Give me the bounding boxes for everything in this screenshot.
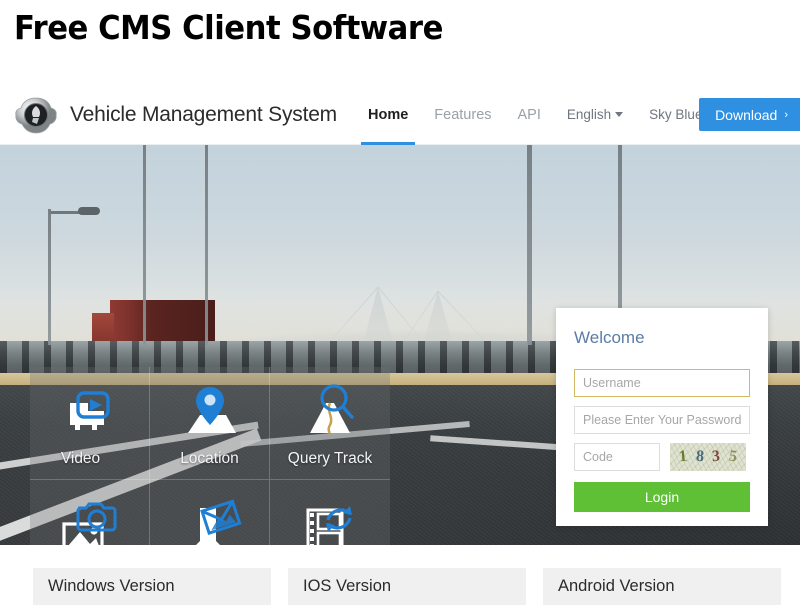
download-label: Download xyxy=(715,106,778,123)
login-panel: Welcome 1 8 3 5 Login xyxy=(556,308,768,526)
nav-item-features[interactable]: Features xyxy=(421,85,504,145)
username-input[interactable] xyxy=(574,369,750,397)
captcha-digit: 3 xyxy=(711,447,721,466)
version-card-label: Android Version xyxy=(558,577,675,595)
language-label: English xyxy=(566,107,612,122)
nav-links: Home Features API English Sky Blue xyxy=(355,85,727,145)
brand-title: Vehicle Management System xyxy=(70,102,337,126)
language-selector[interactable]: English xyxy=(554,85,636,145)
version-card-windows[interactable]: Windows Version xyxy=(33,568,271,605)
magnifier-track-icon xyxy=(310,384,354,434)
version-card-label: Windows Version xyxy=(48,577,175,595)
feature-tile-location[interactable]: Location xyxy=(150,367,270,480)
navigation-bar: Vehicle Management System Home Features … xyxy=(0,85,800,145)
feature-tile-remote[interactable]: Remote xyxy=(270,480,390,545)
version-card-label: IOS Version xyxy=(303,577,392,595)
street-lamp-icon xyxy=(78,207,100,215)
feature-tile-video[interactable]: Video xyxy=(30,367,150,480)
code-input[interactable] xyxy=(574,443,660,471)
hero-banner: Video Location Query Track Welcome Usern… xyxy=(0,145,800,545)
envelope-alarm-icon xyxy=(195,499,241,545)
nav-item-api-label: API xyxy=(517,106,541,123)
nav-item-home[interactable]: Home xyxy=(355,85,421,145)
vehicle-play-icon xyxy=(69,391,110,430)
feature-tile-image-capture[interactable]: Image Capture xyxy=(30,480,150,545)
map-pin-icon xyxy=(187,387,236,433)
captcha-row: 1 8 3 5 xyxy=(574,443,768,471)
feature-tile-label: Query Track xyxy=(287,450,373,467)
nav-item-api[interactable]: API xyxy=(505,85,554,145)
login-title: Welcome xyxy=(574,328,645,347)
light-pole xyxy=(205,145,208,345)
captcha-digit: 1 xyxy=(677,447,688,466)
theme-label: Sky Blue xyxy=(649,107,703,122)
nav-item-features-label: Features xyxy=(434,106,492,123)
version-card-android[interactable]: Android Version xyxy=(543,568,781,605)
captcha-image[interactable]: 1 8 3 5 xyxy=(670,443,746,471)
chevron-down-icon xyxy=(615,112,624,117)
nav-item-home-label: Home xyxy=(367,106,409,123)
captcha-digit: 5 xyxy=(728,447,739,466)
feature-tiles-grid: Video Location Query Track xyxy=(30,367,390,545)
page-title: Free CMS Client Software xyxy=(14,8,443,47)
version-card-ios[interactable]: IOS Version xyxy=(288,568,526,605)
vms-emblem-icon xyxy=(10,93,62,137)
chevron-right-icon: › xyxy=(784,108,788,121)
captcha-digit: 8 xyxy=(694,447,705,466)
password-input[interactable] xyxy=(574,406,750,434)
film-refresh-icon xyxy=(306,506,352,545)
website-screenshot: Vehicle Management System Home Features … xyxy=(0,85,800,545)
version-cards-row: Windows Version IOS Version Android Vers… xyxy=(0,568,800,605)
light-pole xyxy=(527,145,532,345)
light-pole xyxy=(48,209,51,345)
feature-tile-label: Location xyxy=(180,450,239,467)
feature-tile-alarm-linkage[interactable]: Alarm Linkage xyxy=(150,480,270,545)
camera-photo-icon xyxy=(61,502,116,545)
login-button[interactable]: Login xyxy=(574,482,750,512)
light-pole xyxy=(143,145,146,345)
feature-tile-label: Video xyxy=(60,450,101,467)
download-button[interactable]: Download › xyxy=(699,98,800,131)
feature-tile-query-track[interactable]: Query Track xyxy=(270,367,390,480)
page-root: Free CMS Client Software Vehicle Managem… xyxy=(0,0,800,605)
